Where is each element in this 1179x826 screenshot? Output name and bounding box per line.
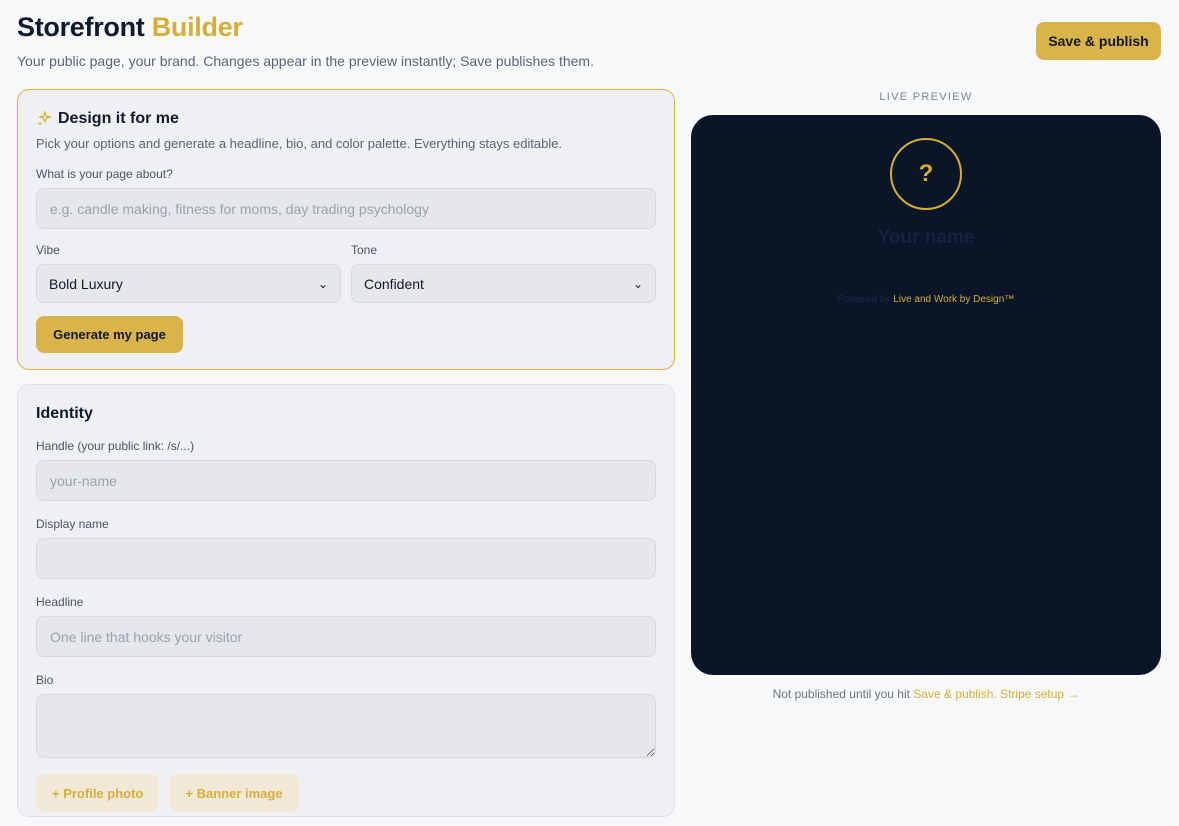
design-description: Pick your options and generate a headlin… [36,136,563,151]
bio-textarea[interactable] [36,694,656,758]
vibe-label: Vibe [36,243,60,257]
page-header: Storefront Builder Your public page, you… [17,12,594,69]
avatar: ? [890,138,962,210]
chevron-down-icon: ⌄ [317,276,328,291]
handle-input[interactable] [36,460,656,501]
profile-photo-button[interactable]: + Profile photo [36,774,160,812]
page-title: Storefront Builder [17,12,594,43]
footnote-save-link[interactable]: Save & publish. [913,687,996,701]
stripe-setup-link[interactable]: Stripe setup → [1000,687,1079,701]
live-preview-label: LIVE PREVIEW [879,91,973,103]
publish-footnote: Not published until you hit Save & publi… [691,687,1161,701]
powered-brand-link[interactable]: Live and Work by Design™ [893,294,1014,305]
tone-field: Tone Confident ⌄ [351,243,656,303]
vibe-select[interactable]: Bold Luxury ⌄ [36,264,341,303]
sparkle-icon [37,111,52,126]
tone-label: Tone [351,243,378,257]
vibe-value: Bold Luxury [49,275,123,292]
display-name-input[interactable] [36,538,656,579]
generate-page-button[interactable]: Generate my page [36,316,183,353]
preview-display-name: Your name [877,227,975,248]
design-for-me-card: Design it for me Pick your options and g… [17,89,675,370]
identity-title: Identity [36,405,93,422]
tone-value: Confident [364,275,424,292]
vibe-field: Vibe Bold Luxury ⌄ [36,243,341,303]
design-card-title: Design it for me [36,110,656,128]
bio-label: Bio [36,673,54,687]
design-title-text: Design it for me [58,110,179,127]
avatar-placeholder: ? [918,160,934,187]
bio-field: Bio [36,673,656,758]
banner-image-button[interactable]: + Banner image [169,774,299,812]
chevron-down-icon: ⌄ [632,276,643,291]
headline-label: Headline [36,595,84,609]
vibe-tone-row: Vibe Bold Luxury ⌄ Tone Confident ⌄ [36,243,656,303]
handle-label: Handle (your public link: /s/...) [36,439,195,453]
about-field: What is your page about? [36,167,656,229]
headline-input[interactable] [36,616,656,657]
handle-field: Handle (your public link: /s/...) [36,439,656,501]
headline-field: Headline [36,595,656,657]
identity-card: Identity Handle (your public link: /s/..… [17,384,675,817]
display-name-label: Display name [36,517,109,531]
page-subtitle: Your public page, your brand. Changes ap… [17,53,594,69]
powered-prefix: Powered by [837,294,891,305]
save-publish-button[interactable]: Save & publish [1036,22,1161,60]
title-accent: Builder [151,12,243,42]
title-main: Storefront [17,12,145,42]
about-label: What is your page about? [36,167,173,181]
footnote-text: Not published until you hit [772,687,910,701]
tone-select[interactable]: Confident ⌄ [351,264,656,303]
about-input[interactable] [36,188,656,229]
live-preview-panel: ? Your name Powered by Live and Work by … [691,115,1161,675]
powered-by: Powered by Live and Work by Design™ [691,294,1161,305]
image-buttons: + Profile photo + Banner image [36,774,656,812]
display-name-field: Display name [36,517,656,579]
